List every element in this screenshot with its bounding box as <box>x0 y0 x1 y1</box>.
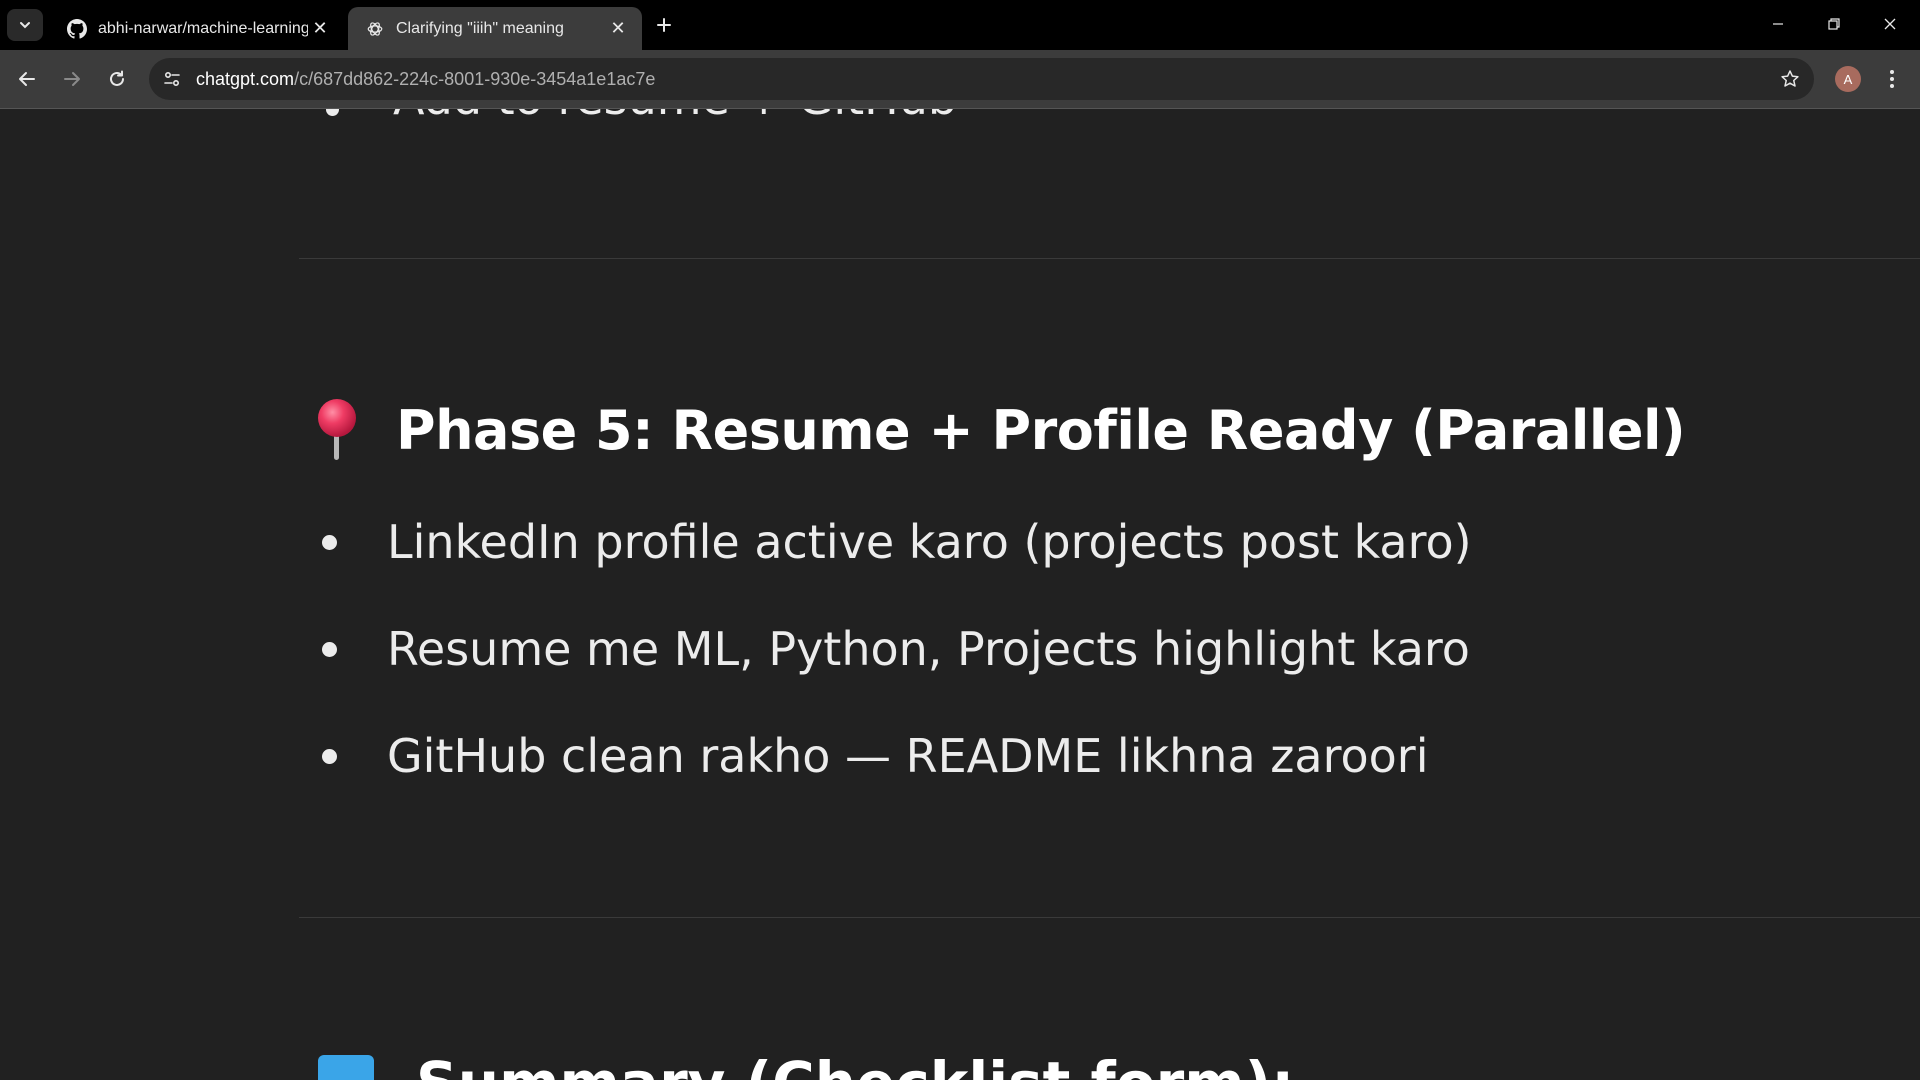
tab-chatgpt[interactable]: Clarifying "iiih" meaning ✕ <box>348 7 642 50</box>
site-info-icon[interactable] <box>159 66 185 92</box>
profile-avatar[interactable]: A <box>1835 66 1861 92</box>
forward-button[interactable] <box>56 63 88 95</box>
close-tab-icon[interactable]: ✕ <box>308 17 332 41</box>
bullet-dot <box>326 109 339 116</box>
close-icon <box>1884 18 1896 30</box>
bullet-dot <box>322 641 337 657</box>
arrow-right-icon <box>64 72 80 86</box>
reload-icon <box>110 70 124 86</box>
tab-title: abhi-narwar/machine-learning <box>98 19 308 37</box>
summary-heading: Summary (Checklist form): <box>318 1049 1294 1080</box>
list-item-text: Resume me ML, Python, Projects highlight… <box>387 622 1470 676</box>
divider <box>299 917 1920 918</box>
list-item: GitHub clean rakho — README likhna zaroo… <box>322 726 1428 786</box>
restore-button[interactable] <box>1806 0 1862 48</box>
restore-icon <box>1828 18 1840 30</box>
bullet-dot <box>322 534 337 550</box>
plus-icon <box>657 18 671 32</box>
close-window-button[interactable] <box>1862 0 1918 48</box>
browser-toolbar: chatgpt.com/c/687dd862-224c-8001-930e-34… <box>0 50 1920 109</box>
back-button[interactable] <box>11 63 43 95</box>
url-text[interactable]: chatgpt.com/c/687dd862-224c-8001-930e-34… <box>196 69 655 90</box>
chat-content: Add to resume + GitHub Phase 5: Resume +… <box>0 109 1920 1080</box>
divider <box>299 258 1920 259</box>
github-icon <box>66 18 88 40</box>
url-host: chatgpt.com <box>196 69 295 89</box>
browser-menu-button[interactable] <box>1880 63 1904 95</box>
round-pushpin-icon <box>318 399 356 460</box>
url-path: /c/687dd862-224c-8001-930e-3454a1e1ac7e <box>294 69 656 89</box>
bookmark-star-icon[interactable] <box>1778 67 1802 91</box>
list-item-text: GitHub clean rakho — README likhna zaroo… <box>387 729 1429 783</box>
phase-heading: Phase 5: Resume + Profile Ready (Paralle… <box>312 395 1686 465</box>
close-tab-icon[interactable]: ✕ <box>606 17 630 41</box>
tab-strip: abhi-narwar/machine-learning ✕ Clarifyin… <box>0 0 1920 50</box>
chevron-down-icon <box>20 22 30 29</box>
tab-search-button[interactable] <box>7 9 43 41</box>
list-item-text: LinkedIn profile active karo (projects p… <box>387 515 1472 569</box>
summary-heading-text: Summary (Checklist form): <box>416 1049 1294 1080</box>
bullet-dot <box>322 748 337 764</box>
blue-square-icon <box>318 1055 374 1080</box>
minimize-button[interactable] <box>1750 0 1806 48</box>
new-tab-button[interactable] <box>650 11 678 39</box>
minimize-icon <box>1773 23 1783 25</box>
partial-list-item: Add to resume + GitHub <box>393 109 957 125</box>
phase-heading-text: Phase 5: Resume + Profile Ready (Paralle… <box>396 398 1686 462</box>
reload-button[interactable] <box>101 63 133 95</box>
tab-title: Clarifying "iiih" meaning <box>396 19 564 37</box>
chatgpt-icon <box>364 18 386 40</box>
list-item: LinkedIn profile active karo (projects p… <box>322 512 1472 572</box>
arrow-left-icon <box>19 72 35 86</box>
kebab-menu-icon <box>1890 70 1894 88</box>
tab-github[interactable]: abhi-narwar/machine-learning ✕ <box>50 7 344 50</box>
list-item: Resume me ML, Python, Projects highlight… <box>322 619 1470 679</box>
address-bar[interactable]: chatgpt.com/c/687dd862-224c-8001-930e-34… <box>149 58 1814 100</box>
